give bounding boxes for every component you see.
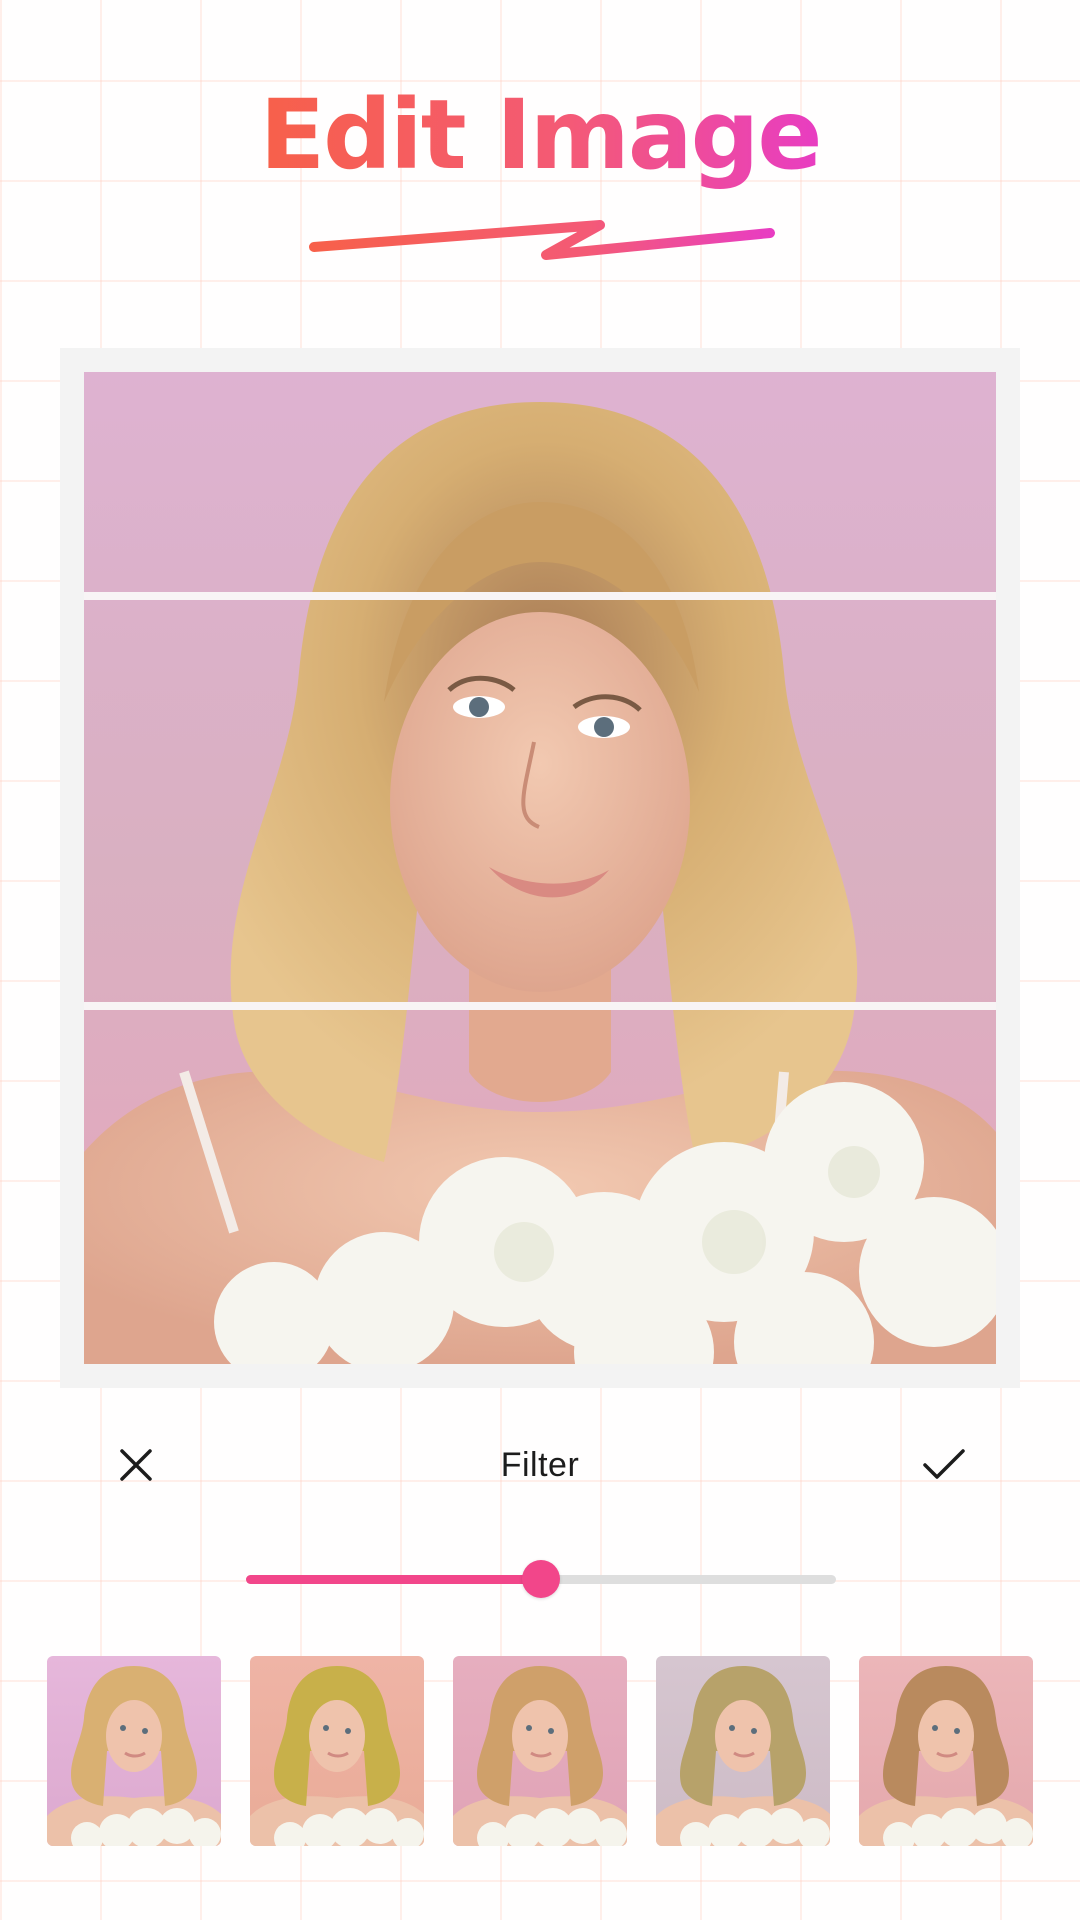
filter-preview-image <box>250 1656 424 1846</box>
filter-preview-image <box>453 1656 627 1846</box>
photo-canvas[interactable] <box>84 372 996 1364</box>
filter-thumb-warm[interactable] <box>250 1656 424 1846</box>
filter-intensity-slider[interactable] <box>246 1560 836 1600</box>
edit-image-screen: Edit Image Filter <box>0 0 1080 1920</box>
strip-divider-bottom <box>84 1002 996 1010</box>
confirm-button[interactable] <box>914 1435 974 1495</box>
portrait-image <box>84 372 996 1364</box>
page-title: Edit Image <box>259 79 823 191</box>
slider-thumb[interactable] <box>522 1560 560 1598</box>
filter-preview-image <box>859 1656 1033 1846</box>
title-underline-decoration <box>309 220 775 260</box>
close-icon <box>120 1449 152 1481</box>
filter-preview-image <box>656 1656 830 1846</box>
filter-preview-image <box>47 1656 221 1846</box>
filter-thumb-rose[interactable] <box>453 1656 627 1846</box>
strip-divider-top <box>84 592 996 600</box>
edit-toolbar: Filter <box>0 1420 1080 1510</box>
filter-thumb-blush[interactable] <box>859 1656 1033 1846</box>
filter-thumb-mute[interactable] <box>656 1656 830 1846</box>
slider-fill <box>246 1575 541 1584</box>
filter-thumb-original[interactable] <box>47 1656 221 1846</box>
check-icon <box>923 1449 965 1479</box>
tool-title: Filter <box>500 1446 580 1484</box>
photo-frame <box>60 348 1020 1388</box>
cancel-button[interactable] <box>106 1435 166 1495</box>
filter-thumbnails <box>47 1656 1033 1846</box>
